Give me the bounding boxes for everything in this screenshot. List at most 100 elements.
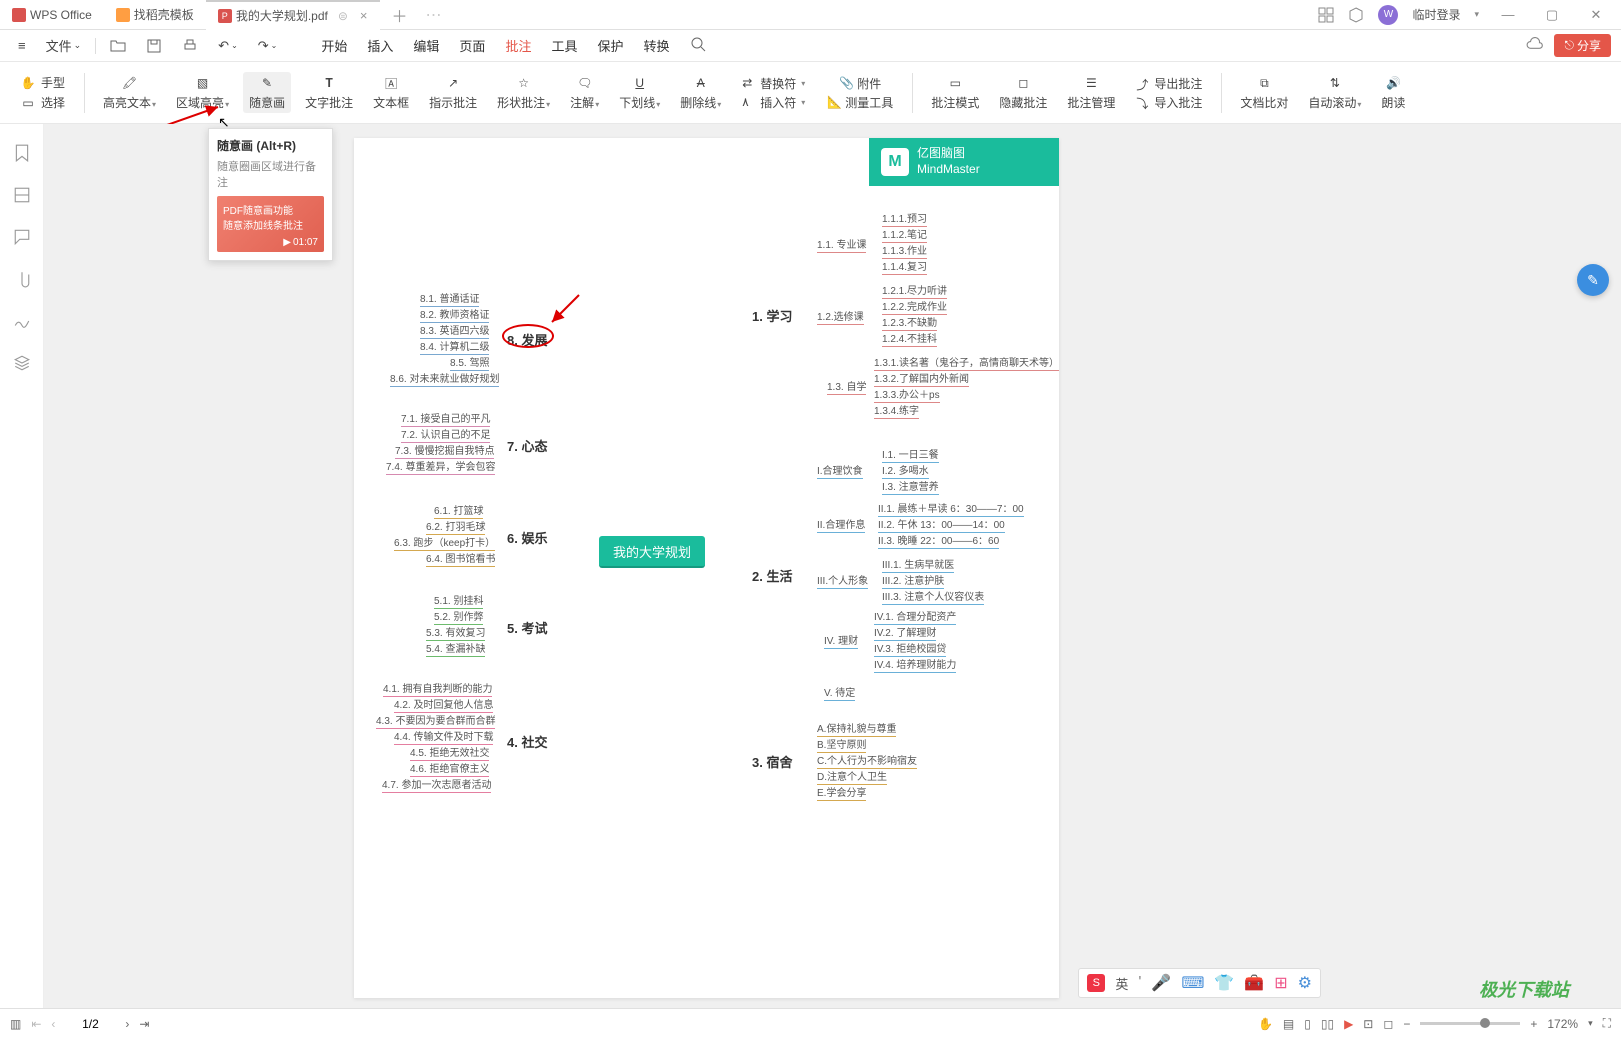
left-sidebar [0,124,44,1008]
fullscreen-icon[interactable]: ▶ [1344,1017,1353,1031]
prev-page-icon[interactable]: ‹ [51,1017,55,1031]
leaf: III.2. 注意护肤 [882,572,944,589]
annotation-mode[interactable]: ▭批注模式 [925,72,985,113]
import-annotations[interactable]: ⤵导入批注 [1132,93,1206,112]
strikeout-tool[interactable]: A删除线▾ [674,72,727,113]
replace-char-tool[interactable]: ⇄替换符▾ [738,74,809,93]
highlight-text-tool[interactable]: 🖍高亮文本▾ [97,72,162,113]
ime-grid-icon[interactable]: ⊞ [1274,973,1287,993]
view-continuous-icon[interactable]: ▤ [1283,1017,1294,1031]
tab-wps-office[interactable]: WPS Office [0,0,104,30]
first-page-icon[interactable]: ⇤ [31,1017,41,1031]
avatar[interactable]: W [1378,5,1398,25]
subnode: 1.3. 自学 [827,378,866,395]
zoom-in-icon[interactable]: + [1530,1017,1537,1031]
maximize-button[interactable]: ▢ [1537,7,1567,23]
tab-insert[interactable]: 插入 [367,36,393,55]
floating-assistant-button[interactable]: ✎ [1577,264,1609,296]
ime-punct-icon[interactable]: ' [1138,974,1141,992]
zoom-value[interactable]: 172% [1547,1017,1578,1031]
tab-daoke[interactable]: 找稻壳模板 [104,0,206,30]
grid-icon[interactable] [1318,7,1334,23]
measure-tool[interactable]: 📐测量工具 [823,93,897,112]
hand-tool[interactable]: ✋手型 [15,73,69,93]
ime-toolbar[interactable]: S 英 ' 🎤 ⌨ 👕 🧰 ⊞ ⚙ [1078,968,1321,998]
expand-icon[interactable]: ⛶ [1603,1016,1611,1031]
note-tool[interactable]: 🗨注解▾ [564,72,605,113]
annotation-manage[interactable]: ☰批注管理 [1061,72,1121,113]
pointer-annotation-tool[interactable]: ↗指示批注 [423,72,483,113]
tab-document[interactable]: P 我的大学规划.pdf ⊜ × [206,0,380,30]
fit-width-icon[interactable]: ⊡ [1363,1017,1373,1031]
insert-char-tool[interactable]: ٨插入符▾ [738,93,809,112]
attachment-tool[interactable]: 📎附件 [835,74,885,93]
cloud-icon[interactable] [1526,37,1544,55]
text-annotation-tool[interactable]: 𝐓文字批注 [299,72,359,113]
file-menu[interactable]: 文件 ⌄ [38,33,90,58]
bookmark-icon[interactable] [13,144,31,162]
ime-skin-icon[interactable]: 👕 [1214,973,1234,993]
leaf: 8.4. 计算机二级 [420,338,489,355]
thumbnail-icon[interactable] [13,186,31,204]
document-compare[interactable]: ⧉文档比对 [1234,72,1294,113]
tab-convert[interactable]: 转换 [643,36,669,55]
close-button[interactable]: ✕ [1581,7,1611,23]
tab-annotate[interactable]: 批注 [505,36,531,55]
last-page-icon[interactable]: ⇥ [139,1017,149,1031]
subnode: 1.1. 专业课 [817,236,866,253]
menu-hamburger[interactable]: ≡ [10,35,34,56]
select-tool[interactable]: ▭选择 [15,93,69,113]
view-single-icon[interactable]: ▯ [1304,1017,1311,1031]
fit-page-icon[interactable]: ◻ [1383,1017,1393,1031]
underline-tool[interactable]: U下划线▾ [613,72,666,113]
close-icon[interactable]: × [360,8,368,23]
tab-label: 找稻壳模板 [134,6,194,23]
tab-edit[interactable]: 编辑 [413,36,439,55]
hand-mode-icon[interactable]: ✋ [1258,1017,1273,1031]
attachment-panel-icon[interactable] [13,270,31,288]
zoom-out-icon[interactable]: − [1403,1017,1410,1031]
ime-settings-icon[interactable]: ⚙ [1298,973,1312,993]
redo-icon[interactable]: ↷⌄ [250,35,286,57]
tab-overflow-icon[interactable]: ⊜ [338,9,348,23]
ime-toolbox-icon[interactable]: 🧰 [1244,973,1264,993]
auto-scroll[interactable]: ⇅自动滚动▾ [1302,72,1367,113]
comment-icon[interactable] [13,228,31,246]
open-icon[interactable] [102,35,134,57]
page-input[interactable] [65,1017,115,1031]
undo-icon[interactable]: ↶⌄ [210,35,246,57]
cube-icon[interactable] [1348,7,1364,23]
save-icon[interactable] [138,35,170,57]
share-button[interactable]: ⎋ 分享 [1554,34,1611,57]
new-tab-button[interactable]: ＋ [380,3,420,27]
leaf: IV.1. 合理分配资产 [874,608,956,625]
ime-lang[interactable]: 英 [1115,974,1128,993]
leaf: I.3. 注意营养 [882,478,939,495]
login-text[interactable]: 临时登录 [1412,6,1460,23]
ime-keyboard-icon[interactable]: ⌨ [1181,973,1204,993]
textbox-tool[interactable]: 🄰文本框 [367,72,415,113]
tooltip-video[interactable]: PDF随意画功能 随意添加线条批注 ▶ 01:07 [217,196,324,252]
tab-start[interactable]: 开始 [321,36,347,55]
subnode: II.合理作息 [817,516,865,533]
hide-annotations[interactable]: ◻隐藏批注 [993,72,1053,113]
signature-icon[interactable] [13,312,31,330]
tab-overflow[interactable]: ⋯ [426,5,442,25]
tab-tools[interactable]: 工具 [551,36,577,55]
tab-page[interactable]: 页面 [459,36,485,55]
read-aloud[interactable]: 🔊朗读 [1375,72,1411,113]
export-annotations[interactable]: ⤴导出批注 [1132,74,1206,93]
zoom-slider[interactable] [1420,1022,1520,1025]
ime-voice-icon[interactable]: 🎤 [1151,973,1171,993]
print-icon[interactable] [174,35,206,57]
tab-protect[interactable]: 保护 [597,36,623,55]
area-highlight-tool[interactable]: ▧区域高亮▾ [170,72,235,113]
freehand-tool[interactable]: ✎随意画 [243,72,291,113]
view-two-icon[interactable]: ▯▯ [1321,1017,1334,1031]
sidebar-toggle-icon[interactable]: ▥ [10,1017,21,1031]
shape-annotation-tool[interactable]: ☆形状批注▾ [491,72,556,113]
search-button[interactable] [690,36,706,55]
layers-icon[interactable] [13,354,31,372]
next-page-icon[interactable]: › [125,1017,129,1031]
minimize-button[interactable]: — [1493,7,1523,22]
